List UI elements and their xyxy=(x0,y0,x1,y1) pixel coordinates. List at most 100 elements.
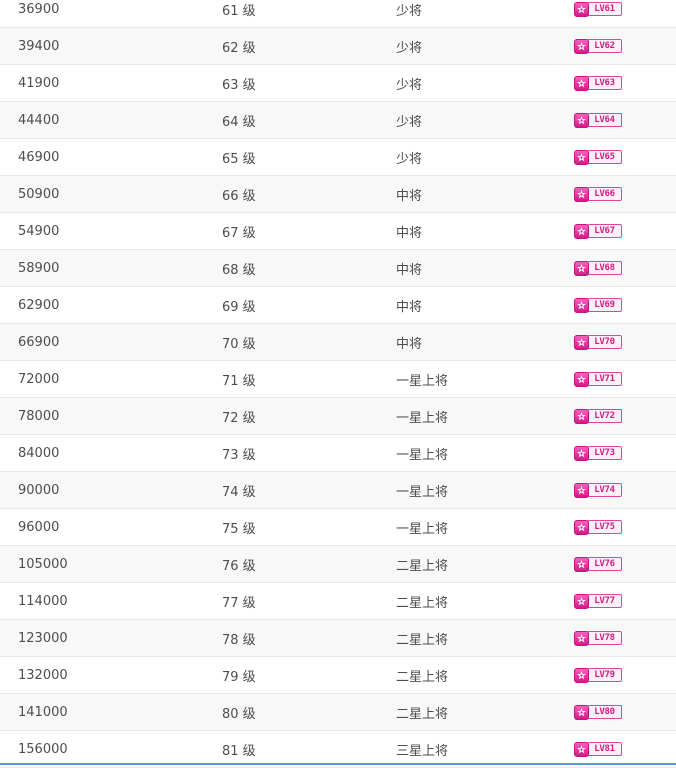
table-row: 105000 76 级 二星上将 LV76 xyxy=(0,546,676,583)
rank-cell: 中将 xyxy=(396,336,423,352)
table-row: 36900 61 级 少将 LV61 xyxy=(0,0,676,28)
rank-cell: 一星上将 xyxy=(396,447,449,463)
rank-cell: 二星上将 xyxy=(396,632,449,648)
level-badge: LV74 xyxy=(574,482,622,498)
level-badge-label: LV64 xyxy=(587,113,622,127)
level-badge-label: LV79 xyxy=(587,668,622,682)
exp-cell: 41900 xyxy=(18,75,60,91)
level-badge-label: LV62 xyxy=(587,39,622,53)
table-row: 141000 80 级 二星上将 LV80 xyxy=(0,694,676,731)
level-cell: 74 级 xyxy=(222,484,256,500)
level-cell: 72 级 xyxy=(222,410,256,426)
badge-cell: LV76 xyxy=(574,556,622,572)
rank-badge-icon xyxy=(574,445,589,461)
badge-cell: LV61 xyxy=(574,1,622,17)
level-cell: 75 级 xyxy=(222,521,256,537)
badge-cell: LV71 xyxy=(574,371,622,387)
level-badge-label: LV68 xyxy=(587,261,622,275)
exp-cell: 114000 xyxy=(18,593,68,609)
exp-cell: 132000 xyxy=(18,667,68,683)
exp-cell: 62900 xyxy=(18,297,60,313)
level-badge-label: LV75 xyxy=(587,520,622,534)
table-row: 90000 74 级 一星上将 LV74 xyxy=(0,472,676,509)
level-cell: 77 级 xyxy=(222,595,256,611)
level-badge: LV81 xyxy=(574,741,622,757)
level-cell: 61 级 xyxy=(222,3,256,19)
level-badge: LV63 xyxy=(574,75,622,91)
level-badge-label: LV76 xyxy=(587,557,622,571)
rank-badge-icon xyxy=(574,704,589,720)
badge-cell: LV77 xyxy=(574,593,622,609)
table-row: 50900 66 级 中将 LV66 xyxy=(0,176,676,213)
rank-badge-icon xyxy=(574,741,589,757)
exp-cell: 66900 xyxy=(18,334,60,350)
level-badge: LV71 xyxy=(574,371,622,387)
level-cell: 80 级 xyxy=(222,706,256,722)
table-row: 72000 71 级 一星上将 LV71 xyxy=(0,361,676,398)
badge-cell: LV65 xyxy=(574,149,622,165)
badge-cell: LV67 xyxy=(574,223,622,239)
rank-cell: 中将 xyxy=(396,262,423,278)
exp-cell: 141000 xyxy=(18,704,68,720)
level-badge-label: LV81 xyxy=(587,742,622,756)
level-cell: 62 级 xyxy=(222,40,256,56)
badge-cell: LV74 xyxy=(574,482,622,498)
level-badge: LV70 xyxy=(574,334,622,350)
rank-cell: 一星上将 xyxy=(396,410,449,426)
level-cell: 73 级 xyxy=(222,447,256,463)
exp-cell: 36900 xyxy=(18,1,60,17)
exp-cell: 156000 xyxy=(18,741,68,757)
level-badge-label: LV70 xyxy=(587,335,622,349)
level-badge: LV80 xyxy=(574,704,622,720)
rank-badge-icon xyxy=(574,630,589,646)
rank-badge-icon xyxy=(574,223,589,239)
badge-cell: LV66 xyxy=(574,186,622,202)
rank-cell: 少将 xyxy=(396,3,423,19)
table-row: 46900 65 级 少将 LV65 xyxy=(0,139,676,176)
table-row: 84000 73 级 一星上将 LV73 xyxy=(0,435,676,472)
exp-cell: 39400 xyxy=(18,38,60,54)
level-badge: LV65 xyxy=(574,149,622,165)
rank-cell: 一星上将 xyxy=(396,373,449,389)
rank-cell: 中将 xyxy=(396,225,423,241)
rank-badge-icon xyxy=(574,260,589,276)
level-badge-label: LV73 xyxy=(587,446,622,460)
rank-cell: 二星上将 xyxy=(396,595,449,611)
table-row: 58900 68 级 中将 LV68 xyxy=(0,250,676,287)
level-cell: 63 级 xyxy=(222,77,256,93)
rank-cell: 二星上将 xyxy=(396,706,449,722)
badge-cell: LV80 xyxy=(574,704,622,720)
rank-badge-icon xyxy=(574,75,589,91)
level-badge-label: LV69 xyxy=(587,298,622,312)
badge-cell: LV81 xyxy=(574,741,622,757)
exp-cell: 105000 xyxy=(18,556,68,572)
level-cell: 79 级 xyxy=(222,669,256,685)
level-cell: 68 级 xyxy=(222,262,256,278)
rank-badge-icon xyxy=(574,593,589,609)
level-badge-label: LV77 xyxy=(587,594,622,608)
rank-cell: 少将 xyxy=(396,40,423,56)
table-row: 78000 72 级 一星上将 LV72 xyxy=(0,398,676,435)
level-badge-label: LV67 xyxy=(587,224,622,238)
level-badge: LV68 xyxy=(574,260,622,276)
table-row: 39400 62 级 少将 LV62 xyxy=(0,28,676,65)
exp-cell: 50900 xyxy=(18,186,60,202)
rank-badge-icon xyxy=(574,112,589,128)
level-table: 36900 61 级 少将 LV61 39400 62 级 少将 LV62 41… xyxy=(0,0,676,768)
badge-cell: LV73 xyxy=(574,445,622,461)
rank-badge-icon xyxy=(574,482,589,498)
level-badge-label: LV63 xyxy=(587,76,622,90)
badge-cell: LV75 xyxy=(574,519,622,535)
table-row: 132000 79 级 二星上将 LV79 xyxy=(0,657,676,694)
exp-cell: 72000 xyxy=(18,371,60,387)
level-badge: LV72 xyxy=(574,408,622,424)
level-cell: 71 级 xyxy=(222,373,256,389)
table-row: 62900 69 级 中将 LV69 xyxy=(0,287,676,324)
level-cell: 78 级 xyxy=(222,632,256,648)
exp-cell: 96000 xyxy=(18,519,60,535)
rank-badge-icon xyxy=(574,149,589,165)
badge-cell: LV78 xyxy=(574,630,622,646)
badge-cell: LV72 xyxy=(574,408,622,424)
level-cell: 64 级 xyxy=(222,114,256,130)
rank-badge-icon xyxy=(574,408,589,424)
